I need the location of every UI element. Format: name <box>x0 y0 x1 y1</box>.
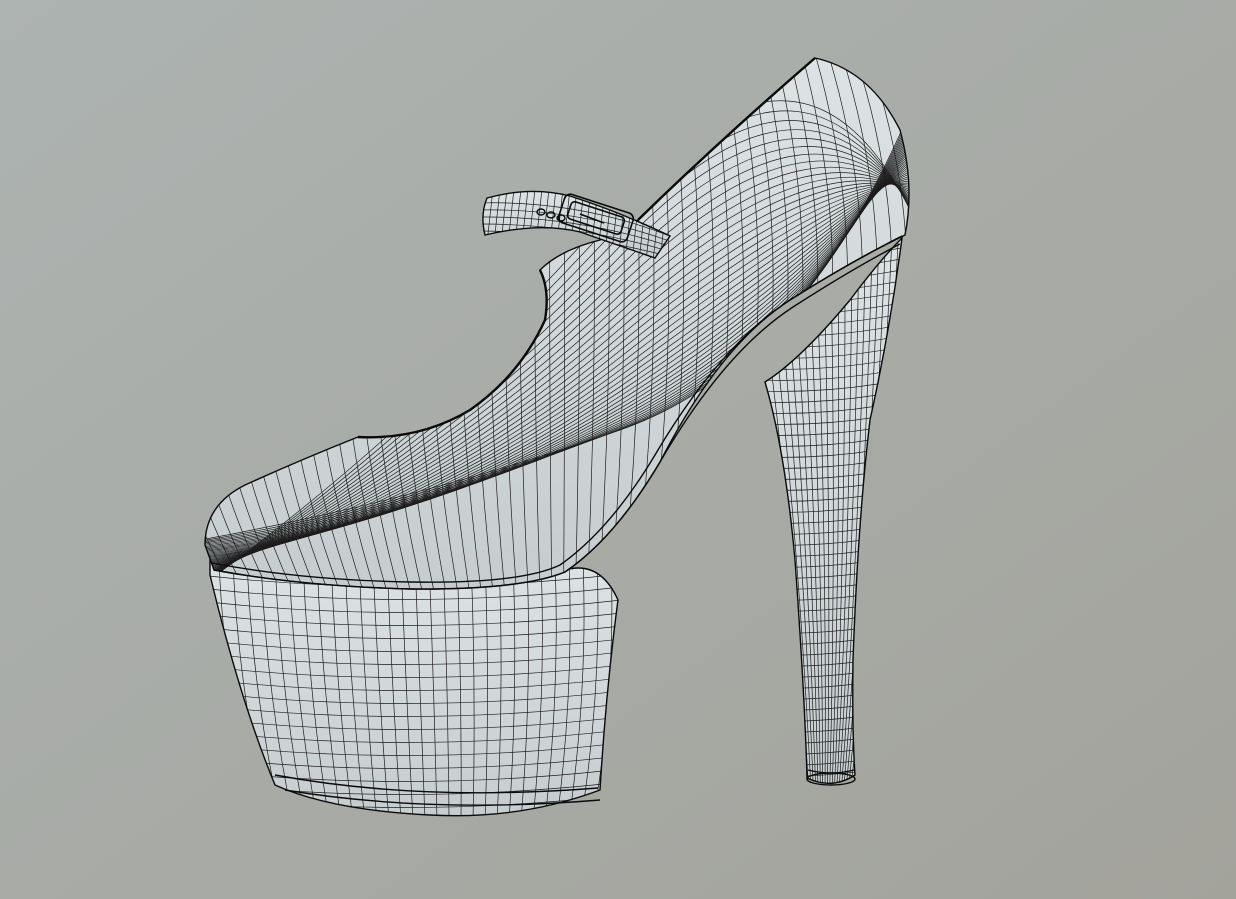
wireframe-canvas[interactable]: .outline{stroke:#0a0a0a;stroke-width:1.4… <box>0 0 1236 899</box>
3d-viewport[interactable]: .outline{stroke:#0a0a0a;stroke-width:1.4… <box>0 0 1236 899</box>
